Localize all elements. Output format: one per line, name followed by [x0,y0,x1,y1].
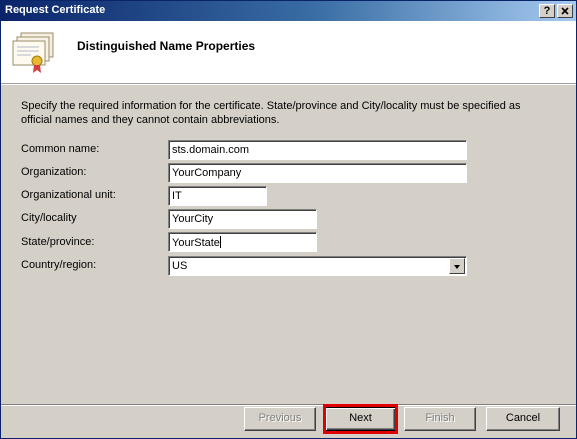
divider [1,84,576,85]
state-label: State/province: [21,236,95,248]
window-title: Request Certificate [5,4,106,16]
finish-button[interactable]: Finish [404,407,476,431]
next-button[interactable]: Next [325,407,396,431]
title-bar[interactable]: Request Certificate ? [1,1,576,21]
header-panel: Distinguished Name Properties [1,21,576,84]
organization-label: Organization: [21,166,87,178]
page-title: Distinguished Name Properties [77,39,256,53]
help-button[interactable]: ? [539,4,555,18]
certificate-icon [12,32,54,73]
request-certificate-dialog: Request Certificate ? Distinguished Name… [0,0,577,439]
cancel-button[interactable]: Cancel [486,407,560,431]
country-select[interactable]: US [168,256,467,276]
instructions-text: Specify the required information for the… [21,100,521,126]
state-value: YourState [172,237,220,249]
text-cursor [219,236,221,248]
city-field[interactable]: YourCity [168,209,317,229]
country-value: US [172,260,188,272]
close-button[interactable] [557,4,573,18]
dropdown-button[interactable] [449,258,465,274]
common-name-field[interactable]: sts.domain.com [168,140,467,160]
organizational-unit-field[interactable]: IT [168,186,267,206]
previous-button[interactable]: Previous [244,407,316,431]
chevron-down-icon [454,265,460,269]
close-icon [561,7,569,15]
organization-field[interactable]: YourCompany [168,163,467,183]
footer-divider-highlight [1,405,576,406]
organizational-unit-label: Organizational unit: [21,189,116,201]
country-label: Country/region: [21,259,97,271]
state-field[interactable]: YourState [168,232,317,252]
common-name-label: Common name: [21,143,100,155]
city-label: City/locality [21,212,77,224]
